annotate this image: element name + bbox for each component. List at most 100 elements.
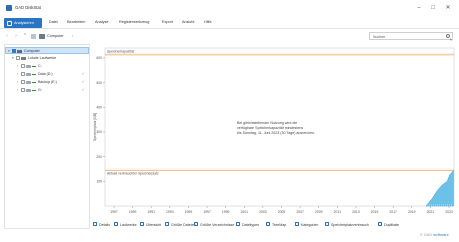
bottom-tab-label: Details — [99, 222, 110, 227]
tree-item[interactable]: › Data (D:) ✓ — [5, 71, 89, 78]
forecast-annotation: Bei gleichbleibender Nutzung wird die — [237, 121, 297, 125]
y-tick-label: 300 — [96, 130, 102, 134]
chevron-right-icon[interactable]: › — [17, 80, 18, 84]
x-tick-label: 1999 — [222, 210, 230, 214]
chevron-down-icon[interactable]: ▾ — [12, 56, 14, 60]
menu-item-export[interactable]: Export — [162, 20, 173, 24]
tree-checkbox[interactable] — [21, 88, 25, 92]
capacity-line-label: Speicherkapazität — [107, 50, 134, 54]
close-icon[interactable]: ✕ — [443, 3, 453, 13]
x-tick-label: 1997 — [203, 210, 211, 214]
drive-usage-bar — [32, 82, 36, 84]
tree-item[interactable]: › Backup (E:) ✓ — [5, 79, 89, 86]
bottom-tab-label: Speicherplatzverbrauch — [331, 222, 369, 227]
brand-suffix: software — [433, 233, 449, 237]
bottom-tab-label: Übersicht — [146, 222, 162, 227]
bottom-tab-label: Kategorien — [301, 222, 319, 227]
menu-bar: Analysieren Datei Bearbeiten Analyse Reg… — [0, 17, 459, 29]
maximize-icon[interactable]: □ — [428, 3, 438, 13]
drive-icon — [26, 88, 31, 92]
tree-checkbox[interactable] — [21, 72, 25, 76]
drive-usage-bar — [32, 74, 36, 76]
computer-icon — [17, 49, 22, 53]
navigation-bar: ‹ › ^ Computer › Suchen — [0, 30, 459, 42]
bottom-tab-label: Größte Verzeichnisse — [200, 222, 235, 227]
x-tick-label: 2015 — [371, 210, 379, 214]
menu-item-bearbeiten[interactable]: Bearbeiten — [67, 20, 85, 24]
analyze-icon — [7, 20, 12, 26]
drives-icon — [114, 222, 118, 227]
x-tick-label: 1999 — [129, 210, 137, 214]
tree-item[interactable]: › C: — [5, 63, 89, 70]
menu-analyze-label: Analysieren — [14, 20, 34, 25]
drives-icon — [21, 56, 26, 60]
chevron-right-icon[interactable]: › — [17, 64, 18, 68]
tree-checkbox[interactable] — [21, 80, 25, 84]
menu-item-hilfe[interactable]: Hilfe — [204, 20, 212, 24]
home-icon[interactable] — [31, 33, 36, 39]
checkmark-icon: ✓ — [81, 79, 85, 85]
x-tick-label: 2021 — [427, 210, 435, 214]
menu-item-ansicht[interactable]: Ansicht — [182, 20, 194, 24]
bottom-tab-label: Dateitypen — [242, 222, 260, 227]
back-arrow-icon[interactable]: ‹ — [4, 33, 10, 39]
x-tick-label: 2001 — [241, 210, 249, 214]
menu-analyze-button[interactable]: Analysieren — [4, 18, 42, 28]
up-arrow-icon[interactable]: ^ — [22, 33, 28, 39]
x-tick-label: 2005 — [278, 210, 286, 214]
x-tick-label: 1997 — [110, 210, 118, 214]
x-tick-label: 2007 — [296, 210, 304, 214]
drive-icon — [26, 80, 31, 84]
largest-folders-icon — [194, 222, 198, 227]
menu-item-registerwerkzeug[interactable]: Registerwerkzeug — [119, 20, 149, 24]
drive-icon — [26, 64, 31, 68]
tree-checkbox[interactable] — [21, 64, 25, 68]
drive-tree: ▾ Computer ▾ Lokale Laufwerke › C: › Data (D:) ✓… — [4, 44, 90, 229]
filetypes-icon — [236, 222, 240, 227]
computer-icon — [39, 33, 45, 39]
used-space-line-label: Aktuell verbrauchter Speicherplatz — [107, 171, 159, 175]
menu-item-analyse[interactable]: Analyse — [95, 20, 109, 24]
chevron-right-icon[interactable]: › — [72, 33, 73, 38]
tree-item[interactable]: › G: ✓ — [5, 87, 89, 94]
drive-usage-bar — [32, 90, 36, 92]
window-title: GAD DiskStat — [15, 5, 41, 10]
app-logo-icon — [6, 5, 12, 11]
chart-svg: 100 200 300 400 500 600 Speicherplatz [GB] 1997… — [93, 47, 455, 214]
tree-item[interactable]: ▾ Lokale Laufwerke — [5, 55, 89, 62]
search-input-text: Suchen — [373, 34, 386, 39]
x-tick-label: 1993 — [166, 210, 174, 214]
tree-item-label: Computer — [24, 49, 40, 54]
tree-checkbox[interactable] — [12, 49, 16, 53]
x-tick-label: 2011 — [334, 210, 341, 214]
overview-icon — [140, 222, 144, 227]
search-input[interactable]: Suchen — [369, 32, 453, 40]
details-icon — [93, 222, 97, 227]
x-tick-label: 2013 — [352, 210, 360, 214]
bottom-tab-label: Größte Dateien — [171, 222, 196, 227]
drive-usage-bar — [32, 66, 36, 68]
minimize-icon[interactable]: – — [414, 3, 424, 13]
y-tick-label: 600 — [96, 56, 102, 60]
largest-files-icon — [165, 222, 169, 227]
storage-usage-chart: 100 200 300 400 500 600 Speicherplatz [GB] 1997… — [92, 44, 459, 222]
x-tick-label: 2003 — [259, 210, 267, 214]
breadcrumb[interactable]: Computer — [47, 34, 64, 38]
forward-arrow-icon[interactable]: › — [13, 33, 19, 39]
bottom-tab-label: TreeMap — [272, 222, 287, 227]
chevron-right-icon[interactable]: › — [17, 72, 18, 76]
tree-item-label: Data (D:) — [38, 72, 53, 77]
drive-icon — [26, 72, 31, 76]
tree-checkbox[interactable] — [16, 56, 20, 60]
x-tick-label: 2019 — [408, 210, 416, 214]
tree-item[interactable]: ▾ Computer — [5, 47, 89, 54]
x-tick-label: 1991 — [147, 210, 155, 214]
y-tick-label: 100 — [96, 180, 102, 184]
chevron-down-icon[interactable]: ▾ — [8, 49, 10, 53]
tree-item-label: C: — [38, 64, 42, 69]
treemap-icon — [266, 222, 270, 227]
search-icon[interactable] — [446, 34, 450, 39]
chevron-right-icon[interactable]: › — [17, 88, 18, 92]
menu-item-datei[interactable]: Datei — [49, 20, 58, 24]
checkmark-icon: ✓ — [81, 87, 85, 93]
